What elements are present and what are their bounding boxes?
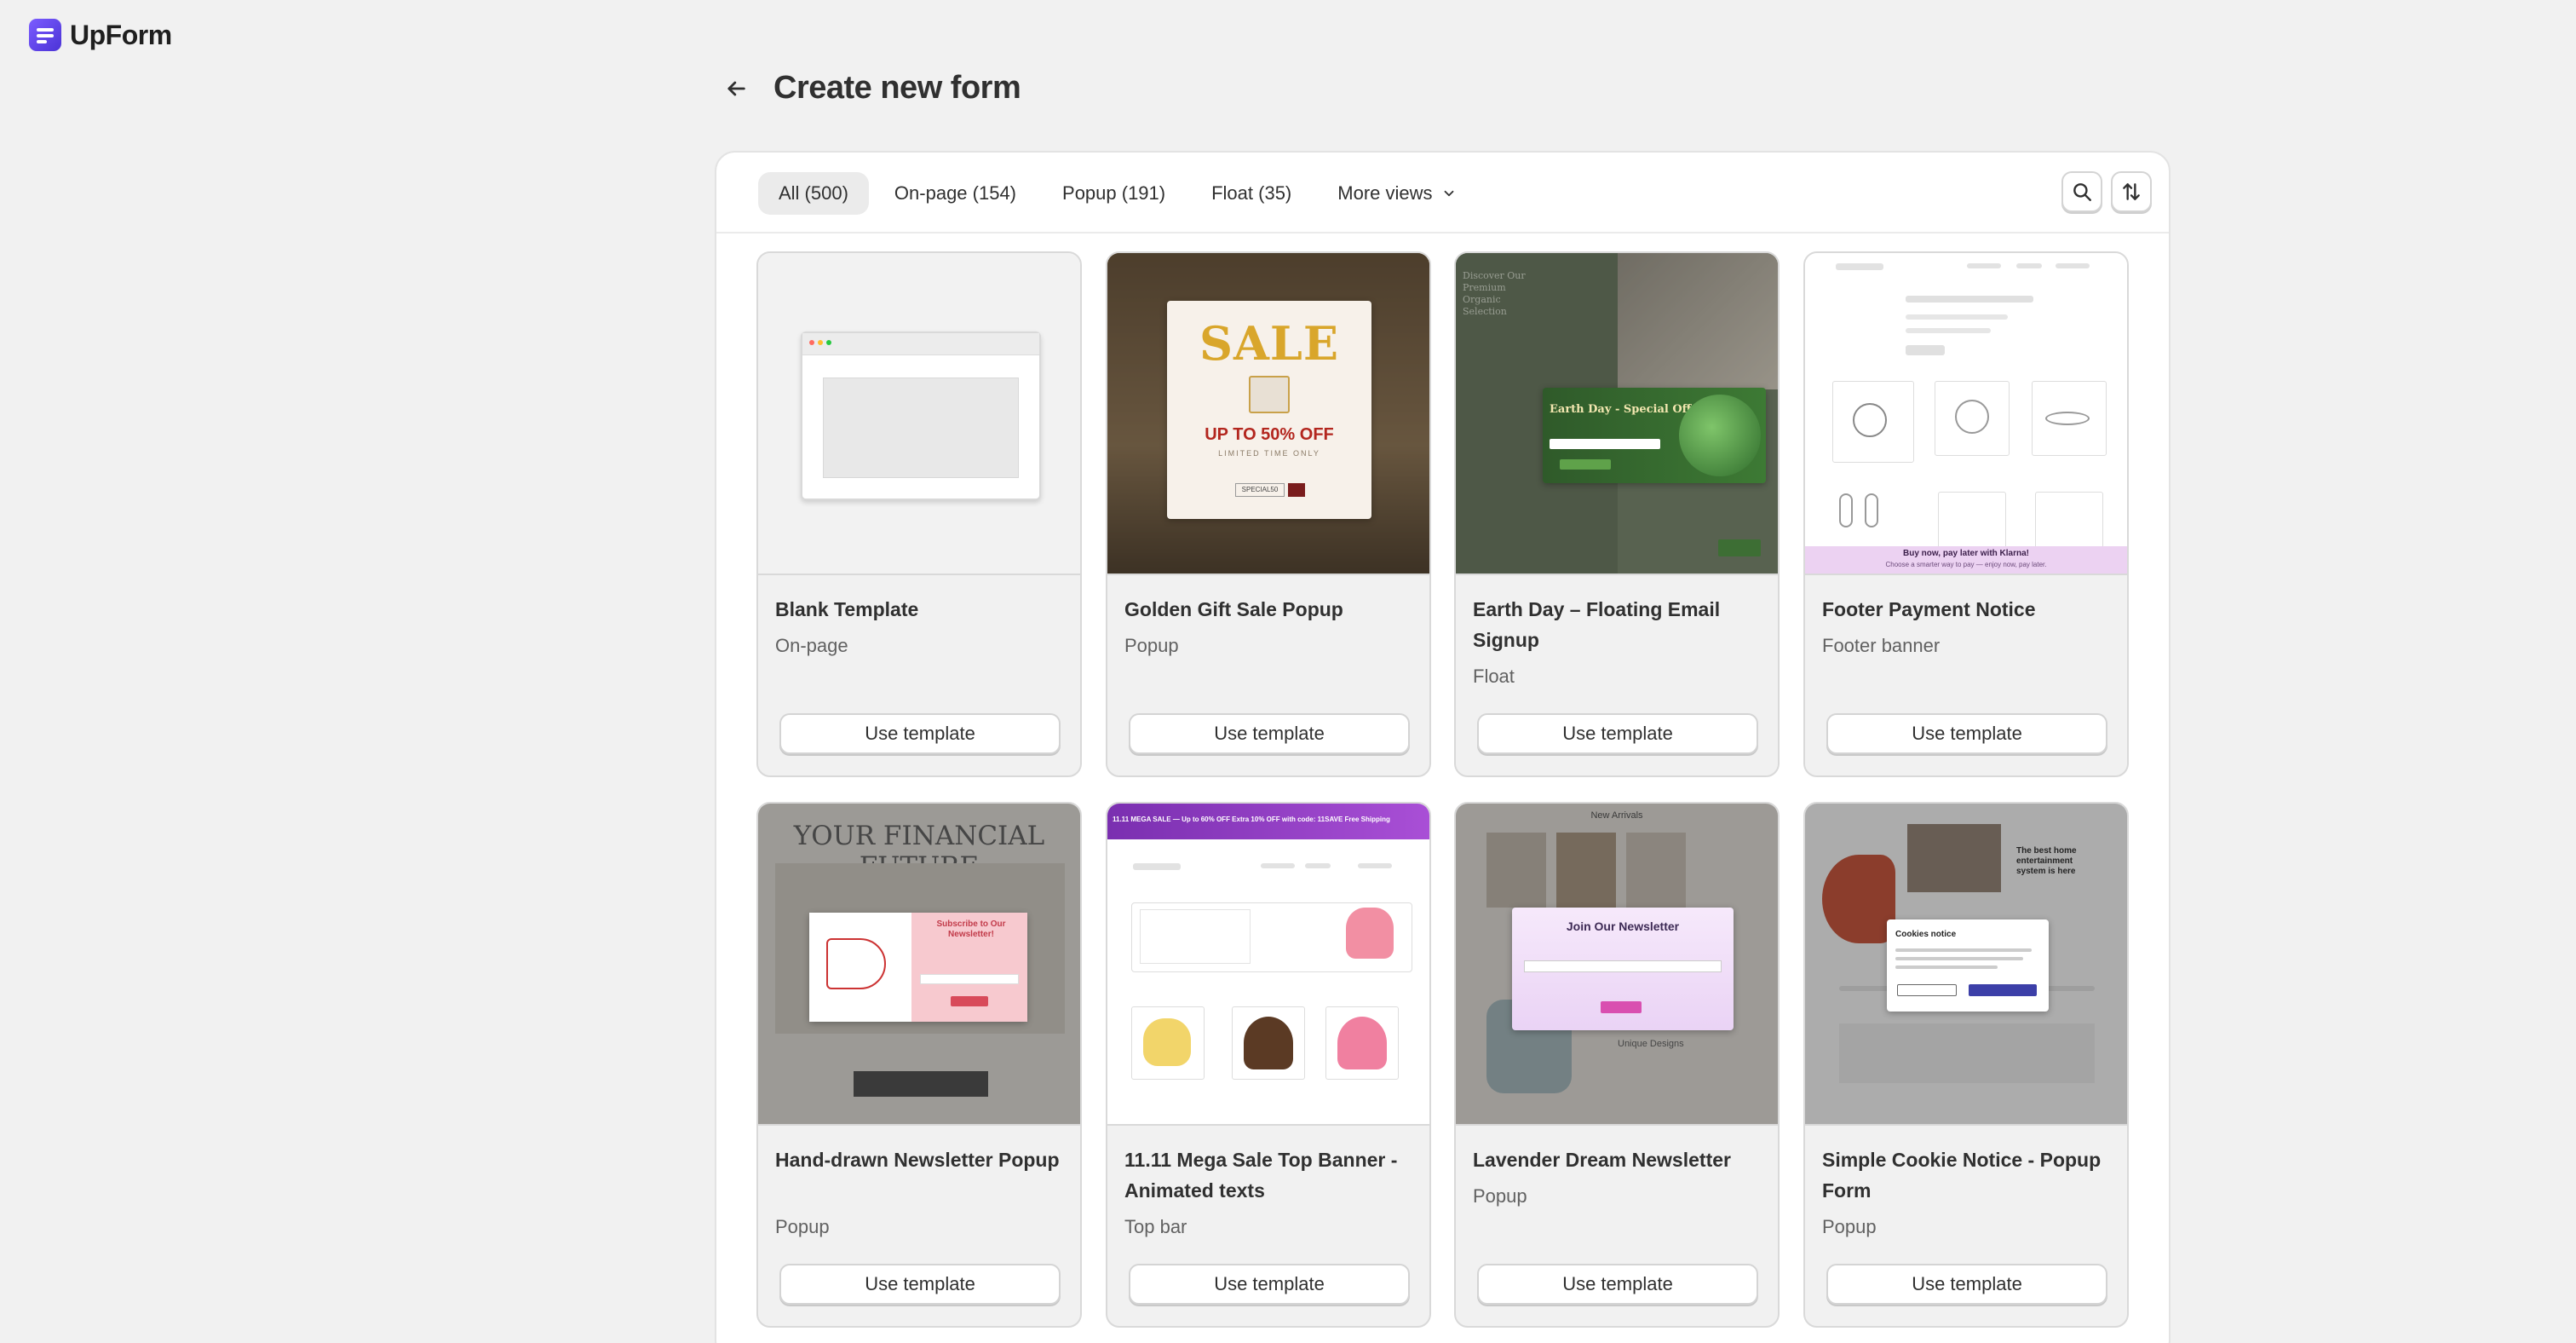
template-card-mega-sale-banner[interactable]: 11.11 MEGA SALE — Up to 60% OFF Extra 10…: [1106, 802, 1431, 1328]
sort-icon: [2123, 183, 2140, 200]
footer-banner-preview: Buy now, pay later with Klarna! Choose a…: [1805, 546, 2127, 574]
use-template-button[interactable]: Use template: [1129, 713, 1410, 754]
top-banner-preview: 11.11 MEGA SALE — Up to 60% OFF Extra 10…: [1107, 804, 1429, 839]
template-thumbnail: SALE UP TO 50% OFF LIMITED TIME ONLY SPE…: [1107, 253, 1429, 575]
template-type: Popup: [1124, 635, 1179, 656]
thumb-headline: SALE: [1199, 316, 1340, 371]
template-name: 11.11 Mega Sale Top Banner - Animated te…: [1124, 1149, 1398, 1202]
use-template-button[interactable]: Use template: [779, 713, 1061, 754]
thumb-offer: UP TO 50% OFF: [1205, 425, 1334, 444]
template-card-lavender-newsletter[interactable]: New Arrivals Unique Designs Join Our New…: [1454, 802, 1780, 1328]
view-tabs: All (500) On-page (154) Popup (191) Floa…: [758, 172, 1477, 215]
search-button[interactable]: [2061, 171, 2102, 212]
thumb-sub: LIMITED TIME ONLY: [1218, 449, 1320, 458]
template-type: Float: [1473, 666, 1515, 687]
upform-logo-icon: [29, 19, 61, 51]
tab-on-page[interactable]: On-page (154): [874, 172, 1037, 215]
template-thumbnail: [758, 253, 1080, 575]
brand[interactable]: UpForm: [29, 19, 172, 51]
template-type: Popup: [1822, 1216, 1877, 1237]
template-thumbnail: The best home entertainment system is he…: [1805, 804, 2127, 1126]
template-thumbnail: New Arrivals Unique Designs Join Our New…: [1456, 804, 1778, 1126]
tab-popup[interactable]: Popup (191): [1042, 172, 1186, 215]
template-name: Lavender Dream Newsletter: [1473, 1149, 1731, 1171]
template-type: On-page: [775, 635, 848, 656]
use-template-button[interactable]: Use template: [1477, 713, 1758, 754]
template-name: Earth Day – Floating Email Signup: [1473, 598, 1721, 651]
thumb-banner-sub: Choose a smarter way to pay — enjoy now,…: [1885, 561, 2047, 568]
top-bar: UpForm: [0, 0, 2576, 73]
browser-window-illustration: [801, 331, 1041, 500]
tab-label: On-page (154): [894, 182, 1017, 204]
popup-preview: Cookies notice: [1887, 919, 2049, 1012]
template-card-footer-payment[interactable]: Buy now, pay later with Klarna! Choose a…: [1803, 251, 2129, 777]
use-template-button[interactable]: Use template: [1129, 1264, 1410, 1305]
page-title: Create new form: [773, 70, 1021, 106]
template-type: Popup: [775, 1216, 830, 1237]
tab-label: Float (35): [1211, 182, 1292, 204]
template-name: Blank Template: [775, 598, 919, 620]
template-name: Footer Payment Notice: [1822, 598, 2036, 620]
thumb-code: SPECIAL50: [1235, 483, 1285, 497]
template-thumbnail: 11.11 MEGA SALE — Up to 60% OFF Extra 10…: [1107, 804, 1429, 1126]
arrow-left-icon: [727, 81, 745, 95]
search-icon: [2073, 183, 2091, 201]
use-template-button[interactable]: Use template: [1477, 1264, 1758, 1305]
popup-preview: Subscribe to Our Newsletter!: [809, 913, 1027, 1022]
template-card-blank[interactable]: Blank Template On-page Use template: [756, 251, 1082, 777]
popup-preview: SALE UP TO 50% OFF LIMITED TIME ONLY SPE…: [1167, 301, 1371, 519]
template-name: Hand-drawn Newsletter Popup: [775, 1149, 1060, 1171]
thumb-banner: 11.11 MEGA SALE — Up to 60% OFF Extra 10…: [1113, 816, 1390, 823]
template-thumbnail: Discover Our Premium Organic Selection E…: [1456, 253, 1778, 575]
use-template-button[interactable]: Use template: [1826, 713, 2107, 754]
page-header: Create new form: [719, 70, 1021, 107]
sort-button[interactable]: [2111, 171, 2152, 212]
use-template-button[interactable]: Use template: [779, 1264, 1061, 1305]
template-card-cookie-notice[interactable]: The best home entertainment system is he…: [1803, 802, 2129, 1328]
app-name: UpForm: [70, 19, 172, 50]
thumb-banner: Buy now, pay later with Klarna!: [1903, 549, 2029, 558]
use-template-button[interactable]: Use template: [1826, 1264, 2107, 1305]
thumb-headline: Subscribe to Our Newsletter!: [936, 919, 1006, 939]
tabs-row: All (500) On-page (154) Popup (191) Floa…: [716, 153, 2169, 233]
template-type: Footer banner: [1822, 635, 1941, 656]
template-type: Top bar: [1124, 1216, 1187, 1237]
tab-float[interactable]: Float (35): [1191, 172, 1312, 215]
tab-all[interactable]: All (500): [758, 172, 869, 215]
template-type: Popup: [1473, 1185, 1527, 1207]
template-card-earth-day[interactable]: Discover Our Premium Organic Selection E…: [1454, 251, 1780, 777]
template-name: Simple Cookie Notice - Popup Form: [1822, 1149, 2102, 1202]
template-card-golden-gift[interactable]: SALE UP TO 50% OFF LIMITED TIME ONLY SPE…: [1106, 251, 1431, 777]
thumb-headline: Earth Day - Special Offer: [1550, 403, 1705, 416]
popup-preview: Join Our Newsletter: [1512, 908, 1734, 1030]
back-button[interactable]: [719, 72, 753, 106]
toolbar: [2061, 171, 2152, 212]
thumb-headline: Join Our Newsletter: [1566, 919, 1680, 933]
template-thumbnail: Buy now, pay later with Klarna! Choose a…: [1805, 253, 2127, 575]
chevron-down-icon: [1441, 186, 1457, 201]
tab-more-views[interactable]: More views: [1317, 172, 1476, 215]
thumb-headline: Cookies notice: [1895, 930, 1957, 939]
tab-label: All (500): [779, 182, 848, 204]
template-thumbnail: YOUR FINANCIAL FUTURE Subscribe to Our N…: [758, 804, 1080, 1126]
tab-label: More views: [1337, 182, 1433, 204]
tab-label: Popup (191): [1062, 182, 1166, 204]
template-card-hand-drawn-newsletter[interactable]: YOUR FINANCIAL FUTURE Subscribe to Our N…: [756, 802, 1082, 1328]
popup-preview: Earth Day - Special Offer: [1543, 388, 1766, 483]
template-name: Golden Gift Sale Popup: [1124, 598, 1343, 620]
